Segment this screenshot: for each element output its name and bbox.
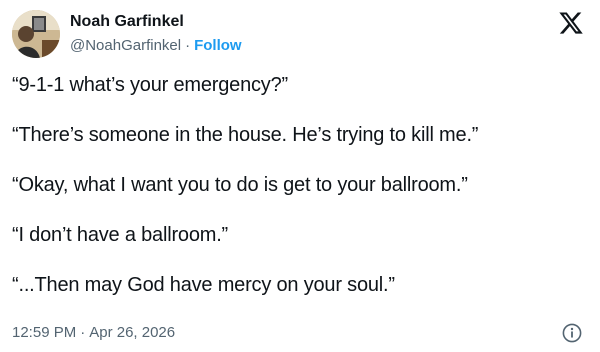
tweet-line: “...Then may God have mercy on your soul… xyxy=(12,274,395,296)
tweet-line: “9-1-1 what’s your emergency?” xyxy=(12,74,288,96)
tweet-header: Noah Garfinkel @NoahGarfinkel · Follow xyxy=(12,8,588,58)
x-logo-icon[interactable] xyxy=(558,10,584,36)
author-handle[interactable]: @NoahGarfinkel xyxy=(70,37,181,54)
author-display-name[interactable]: Noah Garfinkel xyxy=(70,12,242,32)
author-handle-row: @NoahGarfinkel · Follow xyxy=(70,36,242,56)
tweet-text: “9-1-1 what’s your emergency?” “There’s … xyxy=(12,72,588,298)
tweet-line: “Okay, what I want you to do is get to y… xyxy=(12,174,468,196)
avatar-image xyxy=(12,10,60,58)
author-info: Noah Garfinkel @NoahGarfinkel · Follow xyxy=(70,12,242,56)
avatar[interactable] xyxy=(12,10,60,58)
follow-link[interactable]: Follow xyxy=(194,37,242,54)
timestamp-separator: · xyxy=(80,324,86,341)
tweet-line: “There’s someone in the house. He’s tryi… xyxy=(12,124,479,146)
tweet-card: Noah Garfinkel @NoahGarfinkel · Follow “9-… xyxy=(0,0,600,352)
tweet-time: 12:59 PM xyxy=(12,324,77,341)
tweet-date: Apr 26, 2026 xyxy=(89,324,176,341)
tweet-timestamp[interactable]: 12:59 PM · Apr 26, 2026 xyxy=(12,322,588,344)
tweet-footer: 12:59 PM · Apr 26, 2026 xyxy=(12,322,588,344)
tweet-line: “I don’t have a ballroom.” xyxy=(12,224,229,246)
info-icon[interactable] xyxy=(562,323,582,343)
handle-separator: · xyxy=(185,37,191,54)
